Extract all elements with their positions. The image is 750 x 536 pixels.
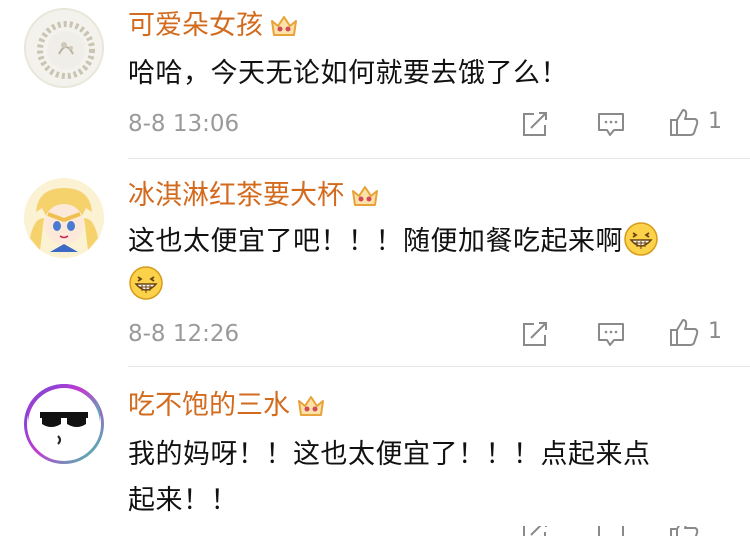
sailor-moon-avatar — [24, 178, 104, 258]
like-count: 1 — [708, 319, 722, 344]
username[interactable]: 可爱朵女孩 — [128, 10, 263, 42]
comment-text: 哈哈，今天无论如何就要去饿了么！ — [128, 52, 728, 96]
comment-text: 这也太便宜了吧！！！随便加餐吃起来啊 — [128, 220, 728, 308]
comment-text-line: 我的妈呀！！这也太便宜了！！！点起来点 — [128, 439, 651, 470]
like-button[interactable]: 1 — [668, 107, 722, 137]
username[interactable]: 冰淇淋红茶要大杯 — [128, 180, 344, 212]
crown-badge-icon — [296, 393, 326, 419]
comment-text-line: 哈哈，今天无论如何就要去饿了么！ — [128, 58, 568, 89]
crown-badge-icon — [350, 183, 380, 209]
floral-wreath-avatar — [37, 21, 95, 79]
repost-icon — [523, 112, 547, 136]
avatar[interactable] — [24, 8, 104, 88]
timestamp: 8-8 13:06 — [128, 111, 240, 137]
comment-icon — [598, 323, 624, 346]
repost-button[interactable] — [520, 319, 550, 349]
comment-text: 我的妈呀！！这也太便宜了！！！点起来点 起来！！ — [128, 432, 728, 524]
name-row: 吃不饱的三水 — [128, 390, 326, 422]
comment-text-line: 这也太便宜了吧！！！随便加餐吃起来啊 — [128, 226, 623, 257]
timestamp: 8-8 12:26 — [128, 321, 240, 347]
like-button[interactable] — [668, 526, 700, 536]
username[interactable]: 吃不饱的三水 — [128, 390, 290, 422]
thumbs-up-icon — [670, 109, 699, 136]
repost-icon — [523, 526, 547, 536]
grinning-emoji-icon — [128, 265, 164, 301]
repost-button[interactable] — [520, 526, 550, 536]
thumbs-up-icon — [670, 319, 699, 346]
comment-button[interactable] — [596, 526, 626, 536]
thumbs-up-icon — [670, 526, 699, 536]
comment-text-line: 起来！！ — [128, 485, 238, 516]
repost-button[interactable] — [520, 109, 550, 139]
divider — [128, 158, 750, 159]
divider — [128, 366, 750, 367]
like-button[interactable]: 1 — [668, 317, 722, 347]
repost-icon — [523, 322, 547, 346]
comment-icon — [598, 526, 624, 536]
comment-icon — [598, 113, 624, 136]
comment-button[interactable] — [596, 319, 626, 349]
avatar[interactable] — [24, 178, 104, 258]
cool-sunglasses-avatar — [24, 384, 104, 464]
name-row: 冰淇淋红茶要大杯 — [128, 180, 380, 212]
name-row: 可爱朵女孩 — [128, 10, 299, 42]
comment-button[interactable] — [596, 109, 626, 139]
grinning-emoji-icon — [623, 221, 659, 257]
avatar[interactable] — [24, 384, 104, 464]
crown-badge-icon — [269, 13, 299, 39]
like-count: 1 — [708, 109, 722, 134]
